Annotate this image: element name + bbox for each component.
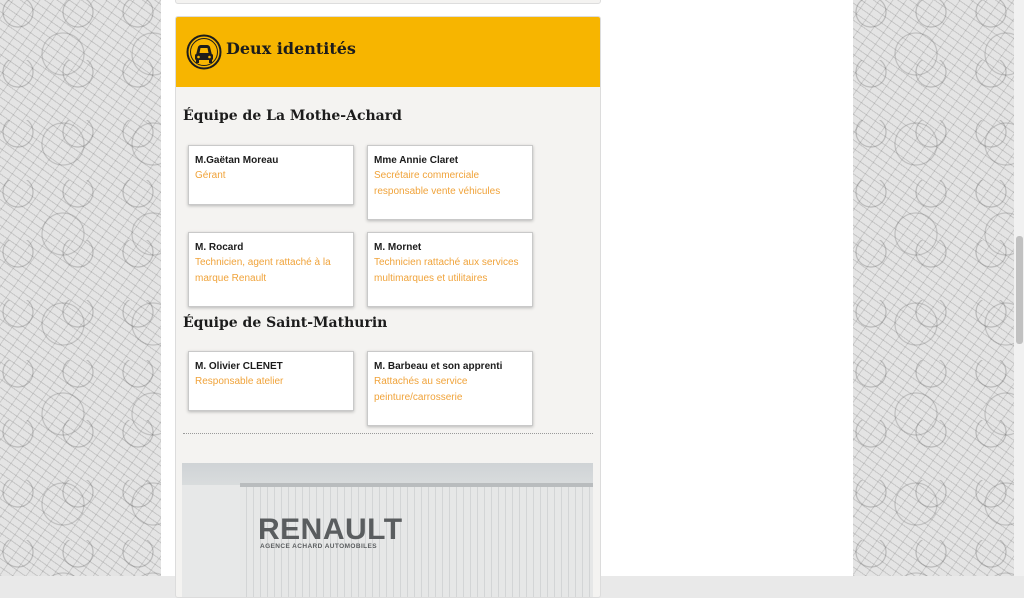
page-content: Deux identités Équipe de La Mothe-Achard… (161, 0, 853, 598)
team-member-card: M. Olivier CLENET Responsable atelier (188, 351, 354, 411)
team-member-card: Mme Annie Claret Secrétaire commerciale … (367, 145, 533, 220)
team-member-card: M. Barbeau et son apprenti Rattachés au … (367, 351, 533, 426)
member-role: Technicien rattaché aux services (374, 257, 519, 268)
member-role: Responsable atelier (195, 376, 284, 387)
member-name: M.Gaëtan Moreau (195, 155, 279, 166)
background-pattern-right (853, 0, 1014, 576)
member-name: M. Rocard (195, 242, 244, 253)
panel-header: Deux identités (176, 17, 600, 87)
car-front-icon (186, 34, 222, 70)
team-member-card: M. Rocard Technicien, agent rattaché à l… (188, 232, 354, 307)
renault-logo-text: RENAULT (258, 513, 403, 546)
member-name: M. Mornet (374, 242, 422, 253)
section-title-saint-mathurin: Équipe de Saint-Mathurin (183, 315, 388, 331)
member-role: Rattachés au service (374, 376, 468, 387)
page-scrollbar[interactable] (1014, 0, 1024, 576)
member-role-continued: multimarques et utilitaires (374, 272, 488, 284)
member-role-continued: peinture/carrosserie (374, 391, 463, 403)
team-member-card: M. Mornet Technicien rattaché aux servic… (367, 232, 533, 307)
panel-title: Deux identités (226, 39, 356, 58)
agency-name-text: AGENCE ACHARD AUTOMOBILES (260, 543, 378, 550)
member-role-continued: responsable vente véhicules (374, 185, 501, 197)
member-role: Gérant (195, 170, 226, 181)
member-role: Technicien, agent rattaché à la (195, 257, 331, 268)
building-roof (240, 483, 593, 487)
member-name: M. Barbeau et son apprenti (374, 361, 503, 372)
member-role: Secrétaire commerciale (374, 170, 480, 181)
member-name: Mme Annie Claret (374, 155, 459, 166)
section-title-la-mothe-achard: Équipe de La Mothe-Achard (183, 108, 402, 124)
member-role-continued: marque Renault (195, 272, 267, 284)
identities-panel: Deux identités Équipe de La Mothe-Achard… (175, 16, 601, 598)
scrollbar-thumb[interactable] (1016, 236, 1023, 344)
previous-panel (175, 0, 601, 4)
section-divider (183, 433, 593, 434)
member-name: M. Olivier CLENET (195, 361, 283, 372)
background-pattern-left (0, 0, 161, 576)
team-member-card: M.Gaëtan Moreau Gérant (188, 145, 354, 205)
dealership-photo: RENAULT AGENCE ACHARD AUTOMOBILES (182, 463, 593, 597)
